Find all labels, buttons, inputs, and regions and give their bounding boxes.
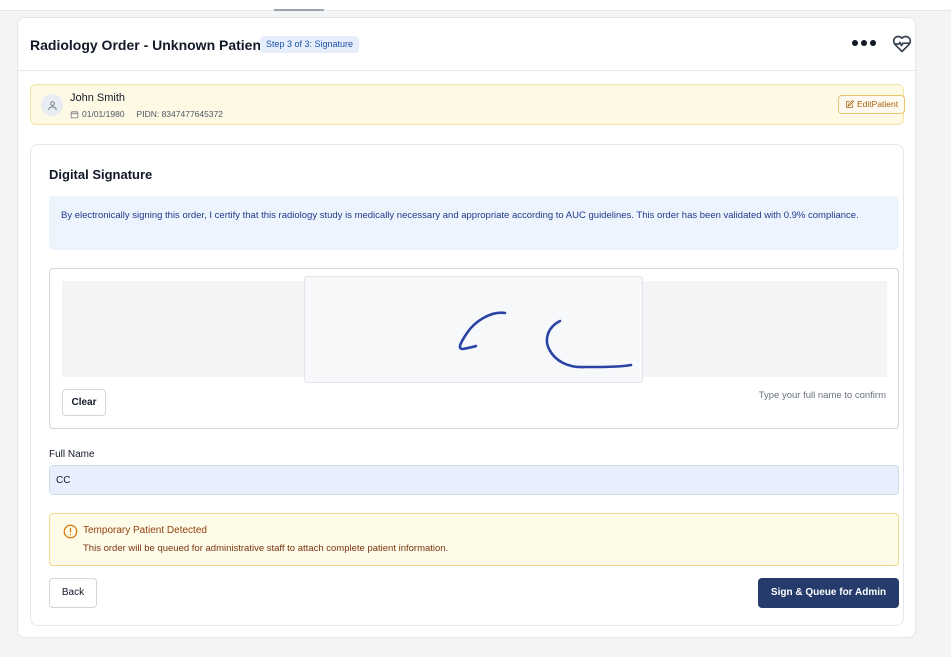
edit-patient-button[interactable]: EditPatient [838, 95, 906, 114]
signature-pad-container: Clear Type your full name to confirm [49, 268, 899, 429]
patient-meta: 01/01/1980 PIDN: 8347477645372 [70, 109, 223, 119]
calendar-icon [70, 110, 79, 118]
back-button[interactable]: Back [49, 578, 97, 608]
patient-banner: John Smith 01/01/1980 PIDN: 834747764537… [30, 84, 906, 125]
clear-signature-button[interactable]: Clear [62, 389, 106, 416]
sign-and-queue-button[interactable]: Sign & Queue for Admin [758, 578, 899, 608]
page-title: Radiology Order - Unknown Patient [30, 37, 266, 53]
edit-patient-label: EditPatient [857, 99, 899, 109]
alert-text: This order will be queued for administra… [83, 543, 449, 554]
temporary-patient-alert: Temporary Patient Detected This order wi… [49, 513, 899, 566]
signature-section: Digital Signature By electronically sign… [30, 144, 904, 626]
heart-pulse-icon[interactable] [892, 34, 912, 54]
user-icon [41, 94, 63, 116]
alert-circle-icon [63, 524, 78, 539]
order-header: Radiology Order - Unknown Patient Step 3… [18, 18, 915, 71]
full-name-label: Full Name [49, 449, 95, 460]
active-tab-indicator [274, 9, 324, 11]
signature-heading: Digital Signature [49, 167, 153, 182]
full-name-input[interactable] [49, 465, 899, 495]
patient-name: John Smith [70, 92, 126, 104]
more-options-icon[interactable] [849, 32, 879, 54]
edit-icon [846, 100, 854, 108]
signature-canvas[interactable] [304, 276, 643, 383]
order-card: Radiology Order - Unknown Patient Step 3… [17, 17, 916, 638]
top-tab-bar [0, 0, 951, 11]
certification-notice: By electronically signing this order, I … [49, 196, 899, 250]
signature-stroke [458, 311, 633, 369]
alert-title: Temporary Patient Detected [83, 525, 207, 536]
signature-hint: Type your full name to confirm [758, 390, 886, 401]
step-badge: Step 3 of 3: Signature [260, 36, 360, 53]
patient-pidn: PIDN: 8347477645372 [136, 109, 224, 119]
patient-dob: 01/01/1980 [82, 109, 125, 119]
